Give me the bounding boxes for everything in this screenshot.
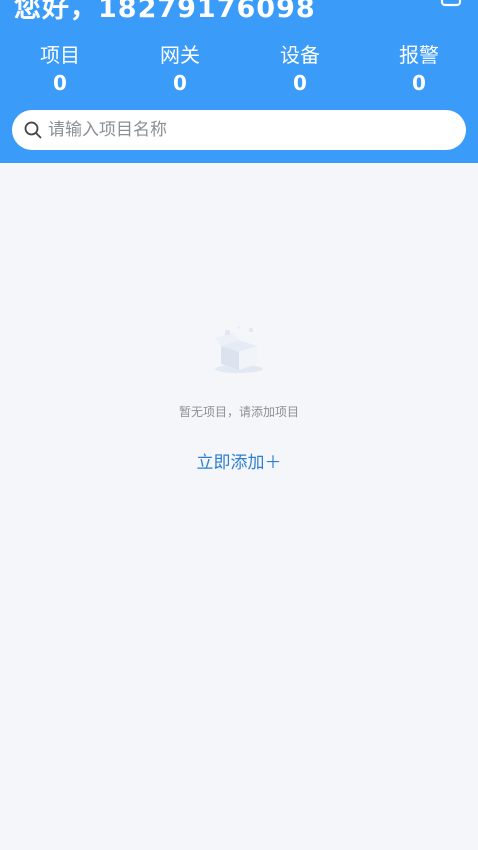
stat-label: 报警	[399, 43, 439, 67]
stat-devices[interactable]: 设备 0	[240, 42, 360, 98]
stat-value: 0	[412, 71, 426, 95]
stat-value: 0	[53, 71, 67, 95]
stat-value: 0	[173, 71, 187, 95]
stat-label: 网关	[160, 43, 200, 67]
add-project-button[interactable]: 立即添加＋	[0, 448, 478, 473]
header: 您好，18279176098 项目 0 网关 0 设备 0 报警 0	[0, 0, 478, 163]
stat-alarms[interactable]: 报警 0	[359, 42, 478, 98]
clipboard-icon[interactable]	[440, 0, 462, 8]
stat-label: 设备	[280, 43, 320, 67]
search-bar[interactable]	[12, 110, 466, 150]
empty-state-message: 暂无项目，请添加项目	[178, 405, 299, 419]
stat-gateways[interactable]: 网关 0	[120, 42, 240, 98]
stat-label: 项目	[40, 43, 80, 67]
stat-projects[interactable]: 项目 0	[0, 42, 120, 98]
empty-box-icon	[215, 326, 263, 373]
search-input[interactable]	[48, 110, 448, 150]
stats-bar: 项目 0 网关 0 设备 0 报警 0	[0, 42, 478, 98]
search-icon	[24, 121, 42, 139]
stat-value: 0	[293, 71, 307, 95]
greeting-text: 您好，18279176098	[14, 0, 316, 24]
